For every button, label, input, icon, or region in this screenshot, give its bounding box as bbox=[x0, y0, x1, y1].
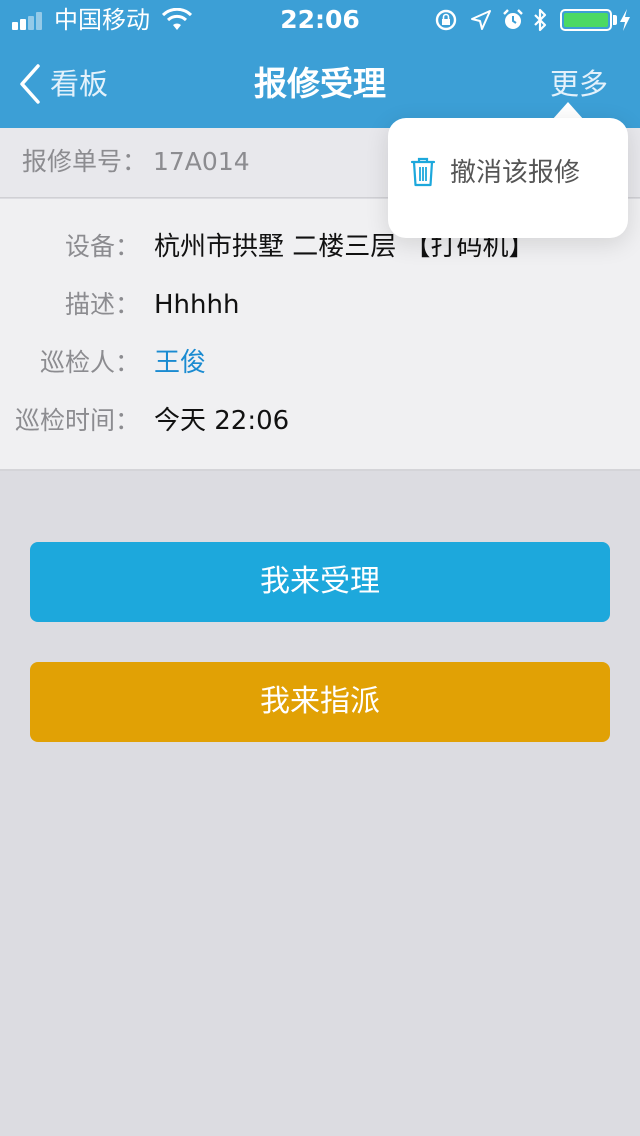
bluetooth-icon bbox=[534, 8, 547, 32]
inspection-time-value: 今天 22:06 bbox=[154, 406, 290, 436]
description-row: 描述： Hhhhh bbox=[0, 285, 640, 325]
inspection-time-label: 巡检时间： bbox=[14, 406, 140, 435]
repair-details: 设备： 杭州市拱墅 二楼三层 【打码机】 描述： Hhhhh 巡检人： 王俊 巡… bbox=[0, 199, 640, 471]
ticket-number-label: 报修单号： bbox=[22, 147, 148, 176]
inspection-time-row: 巡检时间： 今天 22:06 bbox=[0, 401, 640, 441]
description-value: Hhhhh bbox=[154, 290, 240, 320]
assign-button[interactable]: 我来指派 bbox=[30, 662, 610, 742]
battery-tip bbox=[613, 15, 617, 25]
more-menu-popover: 撤消该报修 bbox=[388, 118, 628, 238]
description-label: 描述： bbox=[64, 290, 140, 319]
status-bar: 中国移动 22:06 bbox=[0, 0, 640, 40]
cancel-repair-menu-item[interactable]: 撤消该报修 bbox=[388, 148, 628, 198]
inspector-link[interactable]: 王俊 bbox=[154, 343, 206, 383]
location-icon bbox=[471, 10, 491, 30]
battery-icon bbox=[560, 9, 612, 31]
rotation-lock-icon bbox=[435, 9, 457, 31]
charging-icon bbox=[620, 9, 630, 31]
navigation-bar: 看板 报修受理 更多 bbox=[0, 40, 640, 128]
page-title: 报修受理 bbox=[254, 64, 386, 103]
alarm-icon bbox=[503, 9, 523, 29]
inspector-row: 巡检人： 王俊 bbox=[0, 343, 640, 383]
cancel-repair-label: 撤消该报修 bbox=[450, 158, 581, 188]
accept-button[interactable]: 我来受理 bbox=[30, 542, 610, 622]
inspector-label: 巡检人： bbox=[39, 348, 140, 377]
trash-icon bbox=[410, 157, 436, 187]
ticket-number-value: 17A014 bbox=[153, 147, 250, 176]
more-button[interactable]: 更多 bbox=[550, 66, 608, 102]
device-label: 设备： bbox=[64, 232, 140, 261]
